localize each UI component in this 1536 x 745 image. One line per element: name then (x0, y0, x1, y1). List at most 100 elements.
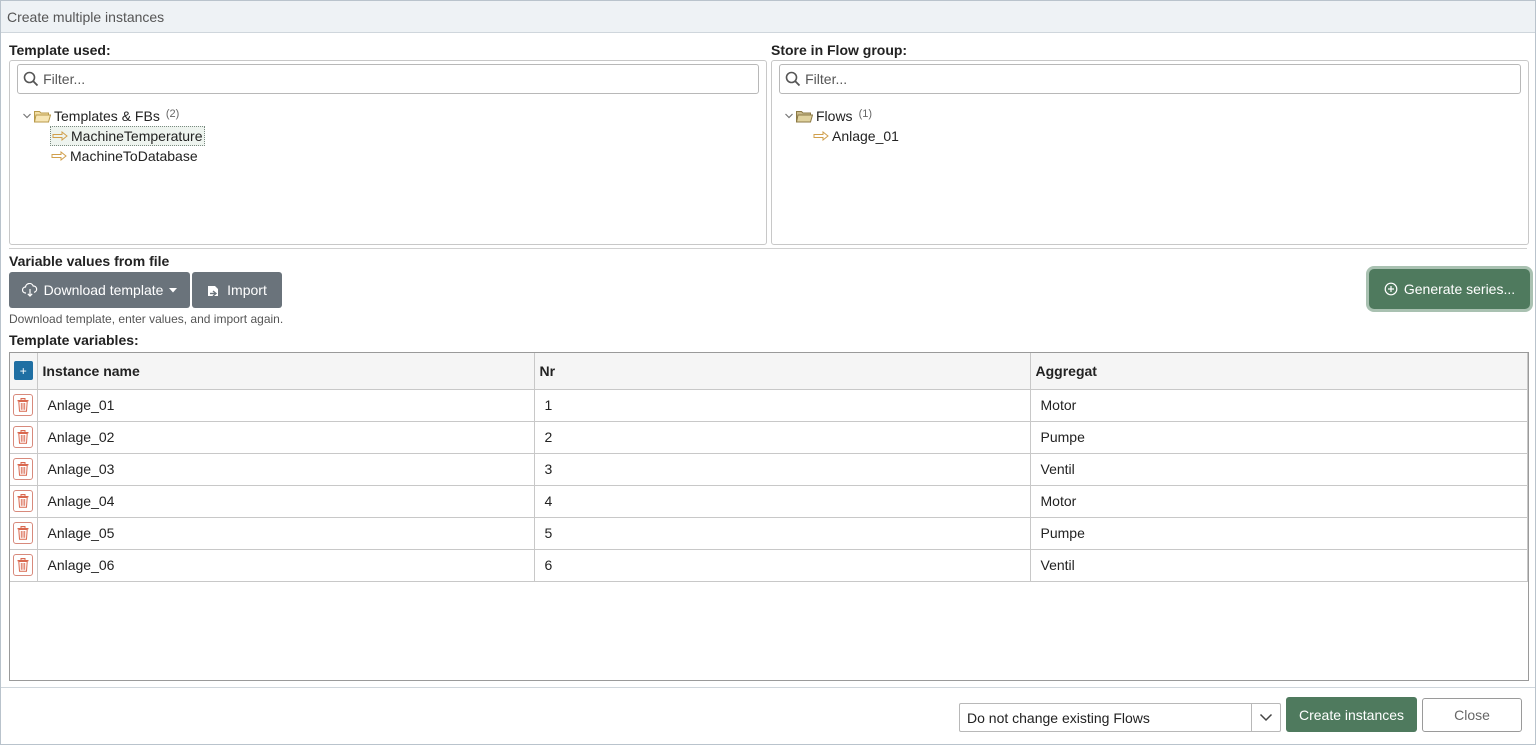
cell-nr[interactable]: 4 (534, 485, 1031, 518)
cell-nr[interactable]: 2 (534, 421, 1031, 454)
cell-nr[interactable]: 3 (534, 453, 1031, 486)
cloud-download-icon (21, 283, 38, 297)
flow-tree-panel: Flows (1) Anlage_01 (771, 60, 1529, 245)
cell-instance-name[interactable]: Anlage_02 (37, 421, 535, 454)
download-template-label: Download template (43, 282, 164, 298)
cell-aggregat[interactable]: Motor (1030, 389, 1528, 422)
delete-row-button[interactable] (13, 522, 34, 544)
template-arrow-icon (52, 131, 70, 141)
cell-aggregat[interactable]: Pumpe (1030, 517, 1528, 550)
download-template-button[interactable]: Download template (9, 272, 190, 308)
table-row: Anlage_02 2 Pumpe (10, 421, 1528, 454)
folder-open-icon (796, 110, 814, 123)
column-header-instance-name[interactable]: Instance name (37, 353, 535, 390)
tree-folder-flows[interactable]: Flows (1) (782, 106, 872, 126)
section-divider (9, 248, 1527, 249)
flows-folder-selection[interactable]: Flows (1) (796, 106, 872, 126)
variables-table: + Instance name Nr Aggregat Anlage_01 1 Mo… (10, 353, 1528, 582)
create-instances-button[interactable]: Create instances (1286, 697, 1417, 732)
table-row: Anlage_04 4 Motor (10, 485, 1528, 518)
trash-icon (17, 462, 29, 476)
cell-nr[interactable]: 1 (534, 389, 1031, 422)
search-icon (780, 71, 805, 87)
table-row: Anlage_06 6 Ventil (10, 549, 1528, 582)
cell-instance-name[interactable]: Anlage_06 (37, 549, 535, 582)
cell-aggregat[interactable]: Motor (1030, 485, 1528, 518)
tree-item-machinetemperature[interactable]: MachineTemperature (50, 126, 205, 146)
table-row: Anlage_03 3 Ventil (10, 453, 1528, 486)
trash-icon (17, 398, 29, 412)
create-instances-label: Create instances (1298, 706, 1405, 723)
cell-nr[interactable]: 6 (534, 549, 1031, 582)
variables-grid: + Instance name Nr Aggregat Anlage_01 1 Mo… (9, 352, 1529, 681)
tree-item-label: MachineTemperature (71, 128, 203, 144)
cell-instance-name[interactable]: Anlage_04 (37, 485, 535, 518)
file-section-label: Variable values from file (9, 253, 170, 269)
table-row: Anlage_01 1 Motor (10, 389, 1528, 422)
cell-aggregat[interactable]: Ventil (1030, 549, 1528, 582)
generate-series-button[interactable]: Generate series... (1369, 269, 1530, 309)
add-row-button[interactable]: + (13, 361, 33, 381)
row-control-cell (10, 389, 38, 422)
delete-row-button[interactable] (13, 458, 34, 480)
template-filter-input[interactable] (43, 71, 758, 87)
tree-folder-count: (2) (165, 108, 180, 120)
column-header-nr[interactable]: Nr (534, 353, 1031, 390)
delete-row-button[interactable] (13, 490, 34, 512)
flow-mode-value: Do not change existing Flows (967, 709, 1150, 726)
cell-instance-name[interactable]: Anlage_03 (37, 453, 535, 486)
cell-instance-name[interactable]: Anlage_01 (37, 389, 535, 422)
trash-icon (17, 558, 29, 572)
template-tree-panel: Templates & FBs (2) MachineTemperature M… (9, 60, 767, 245)
dialog-title: Create multiple instances (7, 8, 165, 25)
cell-nr[interactable]: 5 (534, 517, 1031, 550)
dialog-titlebar: Create multiple instances (1, 1, 1535, 33)
chevron-down-icon[interactable] (20, 111, 34, 121)
column-header-aggregat[interactable]: Aggregat (1030, 353, 1528, 390)
caret-down-icon (169, 287, 178, 293)
variables-table-body: Anlage_01 1 Motor Anlage_02 2 Pumpe Anlage_03 3… (10, 389, 1528, 582)
generate-series-label: Generate series... (1403, 281, 1516, 297)
search-icon (18, 71, 43, 87)
add-column-header: + (10, 353, 38, 390)
tree-item-label: MachineToDatabase (70, 148, 198, 164)
plus-circle-icon (1384, 282, 1398, 296)
table-header-row: + Instance name Nr Aggregat (10, 353, 1528, 390)
template-variables-label: Template variables: (9, 332, 139, 348)
tree-item-anlage-01[interactable]: Anlage_01 (813, 126, 899, 146)
tree-folder-label: Templates & FBs (54, 108, 160, 124)
flow-mode-select[interactable]: Do not change existing Flows (959, 703, 1281, 732)
template-used-label: Template used: (9, 42, 111, 58)
tree-item-machinetodatabase[interactable]: MachineToDatabase (51, 146, 198, 166)
tree-folder-label: Flows (816, 108, 853, 124)
chevron-down-icon[interactable] (782, 111, 796, 121)
cell-aggregat[interactable]: Ventil (1030, 453, 1528, 486)
row-control-cell (10, 421, 38, 454)
download-hint: Download template, enter values, and imp… (9, 312, 284, 326)
delete-row-button[interactable] (13, 426, 34, 448)
tree-item-label: Anlage_01 (832, 128, 899, 144)
delete-row-button[interactable] (13, 394, 34, 416)
footer-divider (1, 687, 1535, 688)
trash-icon (17, 494, 29, 508)
flow-arrow-icon (813, 131, 831, 141)
close-button[interactable]: Close (1422, 698, 1522, 732)
row-control-cell (10, 549, 38, 582)
row-control-cell (10, 485, 38, 518)
tree-folder-templates[interactable]: Templates & FBs (2) (20, 106, 179, 126)
trash-icon (17, 430, 29, 444)
chevron-down-icon[interactable] (1251, 704, 1280, 731)
import-label: Import (227, 282, 267, 298)
flow-filter-input[interactable] (805, 71, 1520, 87)
import-button[interactable]: Import (192, 272, 282, 308)
delete-row-button[interactable] (13, 554, 34, 576)
table-row: Anlage_05 5 Pumpe (10, 517, 1528, 550)
folder-open-icon (34, 110, 52, 123)
tree-folder-count: (1) (858, 108, 873, 120)
flow-group-label: Store in Flow group: (771, 42, 908, 58)
cell-instance-name[interactable]: Anlage_05 (37, 517, 535, 550)
cell-aggregat[interactable]: Pumpe (1030, 421, 1528, 454)
template-arrow-icon (51, 151, 69, 161)
create-instances-dialog: Create multiple instances Template used:… (0, 0, 1536, 745)
import-file-icon (207, 284, 221, 297)
